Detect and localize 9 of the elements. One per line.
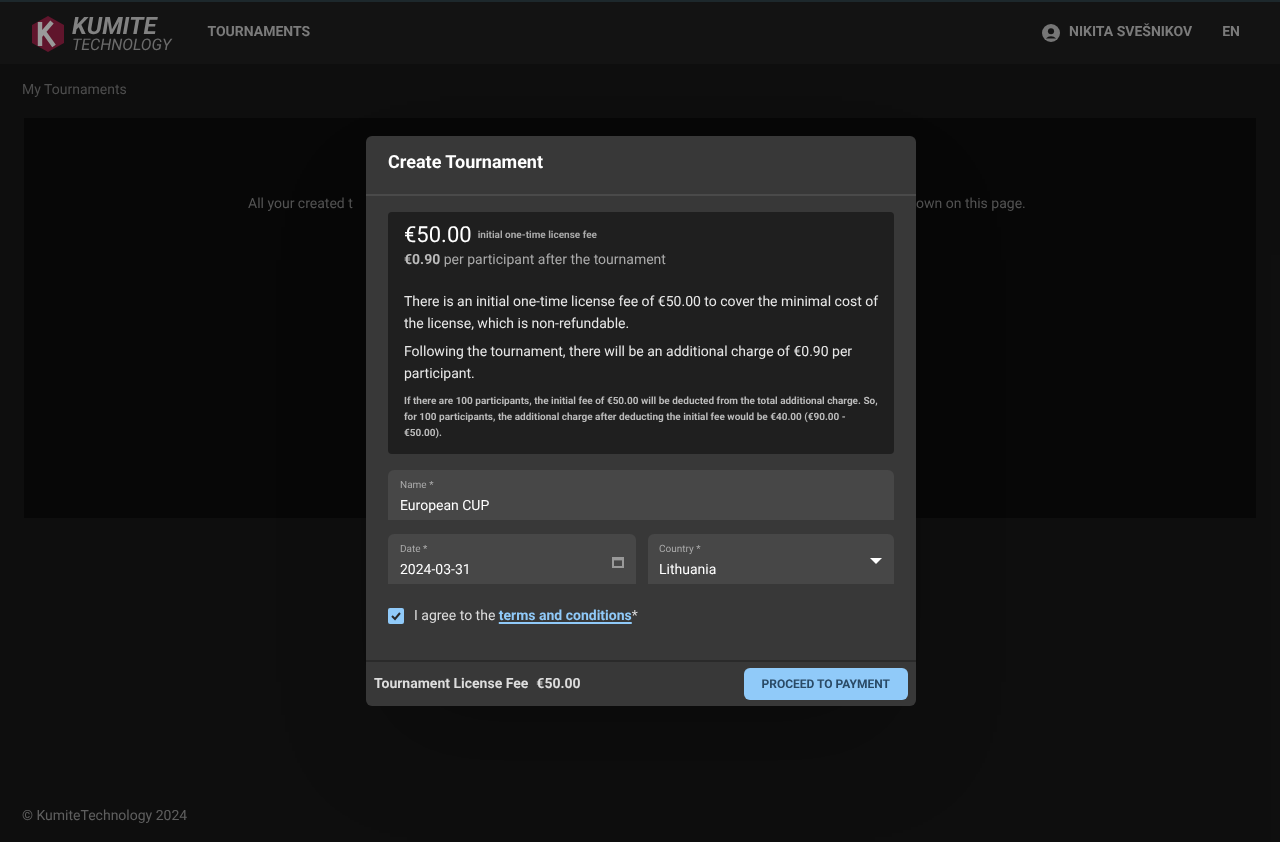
account-icon — [1041, 24, 1060, 42]
dropdown-caret-icon[interactable] — [870, 558, 882, 566]
price-text: €50.00 — [404, 223, 472, 245]
checkbox[interactable] — [388, 608, 404, 625]
logo-icon — [28, 13, 68, 53]
dialog-title: Create Tournament — [366, 136, 916, 195]
calendar-icon[interactable] — [611, 556, 623, 568]
logo-subtitle: TECHNOLOGY — [72, 37, 172, 53]
logo-title: KUMITE — [72, 13, 158, 37]
